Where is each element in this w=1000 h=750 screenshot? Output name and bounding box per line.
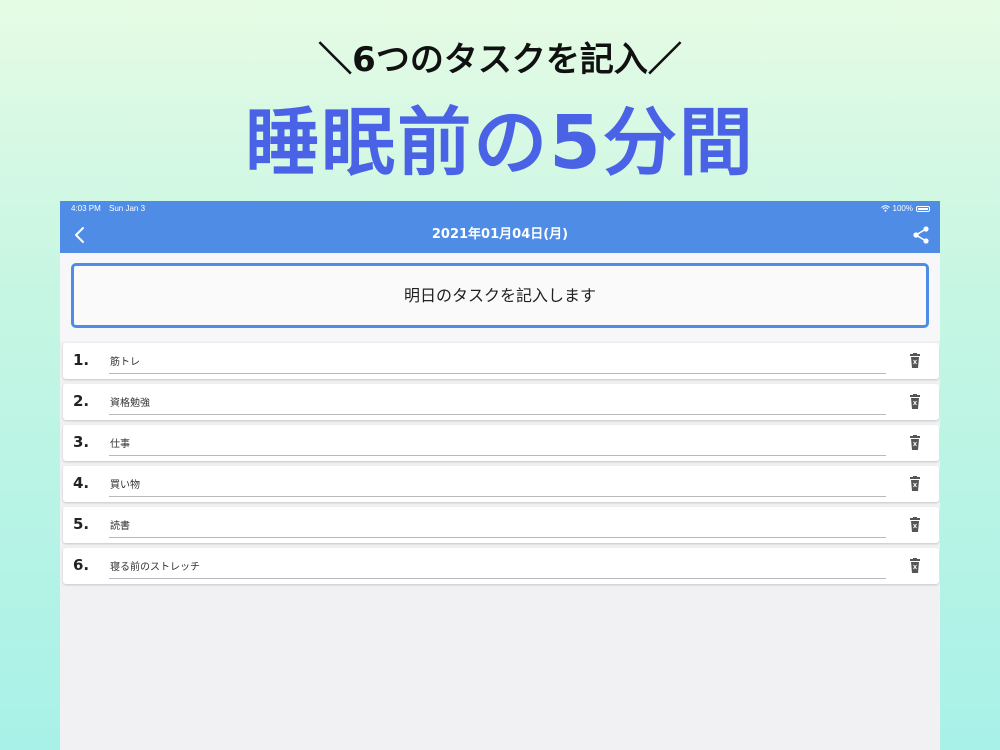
status-bar: 4:03 PM Sun Jan 3 100% — [60, 201, 940, 217]
enter-tasks-button[interactable]: 明日のタスクを記入します — [71, 263, 929, 328]
promo-subtitle: ＼6つのタスクを記入／ — [318, 40, 682, 80]
trash-icon[interactable] — [908, 476, 922, 492]
task-list: 1. 2. 3. — [63, 343, 939, 589]
task-number: 3. — [73, 433, 90, 451]
chevron-left-icon[interactable] — [68, 223, 92, 247]
task-row: 2. — [63, 384, 939, 420]
trash-icon[interactable] — [908, 353, 922, 369]
trash-icon[interactable] — [908, 394, 922, 410]
battery-percent: 100% — [892, 204, 913, 213]
status-indicators: 100% — [880, 204, 930, 213]
task-number: 5. — [73, 515, 90, 533]
share-icon[interactable] — [910, 224, 932, 246]
task-input[interactable] — [109, 511, 886, 538]
task-number: 2. — [73, 392, 90, 410]
nav-bar: 2021年01月04日(月) — [60, 217, 940, 253]
task-input[interactable] — [109, 470, 886, 497]
trash-icon[interactable] — [908, 558, 922, 574]
task-row: 3. — [63, 425, 939, 461]
header-card: 明日のタスクを記入します — [60, 253, 940, 341]
task-input[interactable] — [109, 388, 886, 415]
task-number: 6. — [73, 556, 90, 574]
battery-icon — [916, 205, 930, 212]
status-date: Sun Jan 3 — [109, 204, 146, 213]
task-number: 1. — [73, 351, 90, 369]
task-row: 6. — [63, 548, 939, 584]
nav-title: 2021年01月04日(月) — [431, 227, 569, 242]
task-row: 4. — [63, 466, 939, 502]
task-input[interactable] — [109, 552, 886, 579]
main-content: 明日のタスクを記入します 1. 2. — [60, 253, 940, 750]
trash-icon[interactable] — [908, 517, 922, 533]
task-row: 1. — [63, 343, 939, 379]
wifi-icon — [880, 205, 890, 212]
task-input[interactable] — [109, 429, 886, 456]
task-number: 4. — [73, 474, 90, 492]
task-input[interactable] — [109, 347, 886, 374]
task-row: 5. — [63, 507, 939, 543]
app-screen: 4:03 PM Sun Jan 3 100% 2021年01月04日(月) 明日… — [60, 201, 940, 750]
promo-title: 睡眠前の5分間 — [245, 100, 755, 186]
trash-icon[interactable] — [908, 435, 922, 451]
status-time: 4:03 PM — [71, 204, 101, 213]
